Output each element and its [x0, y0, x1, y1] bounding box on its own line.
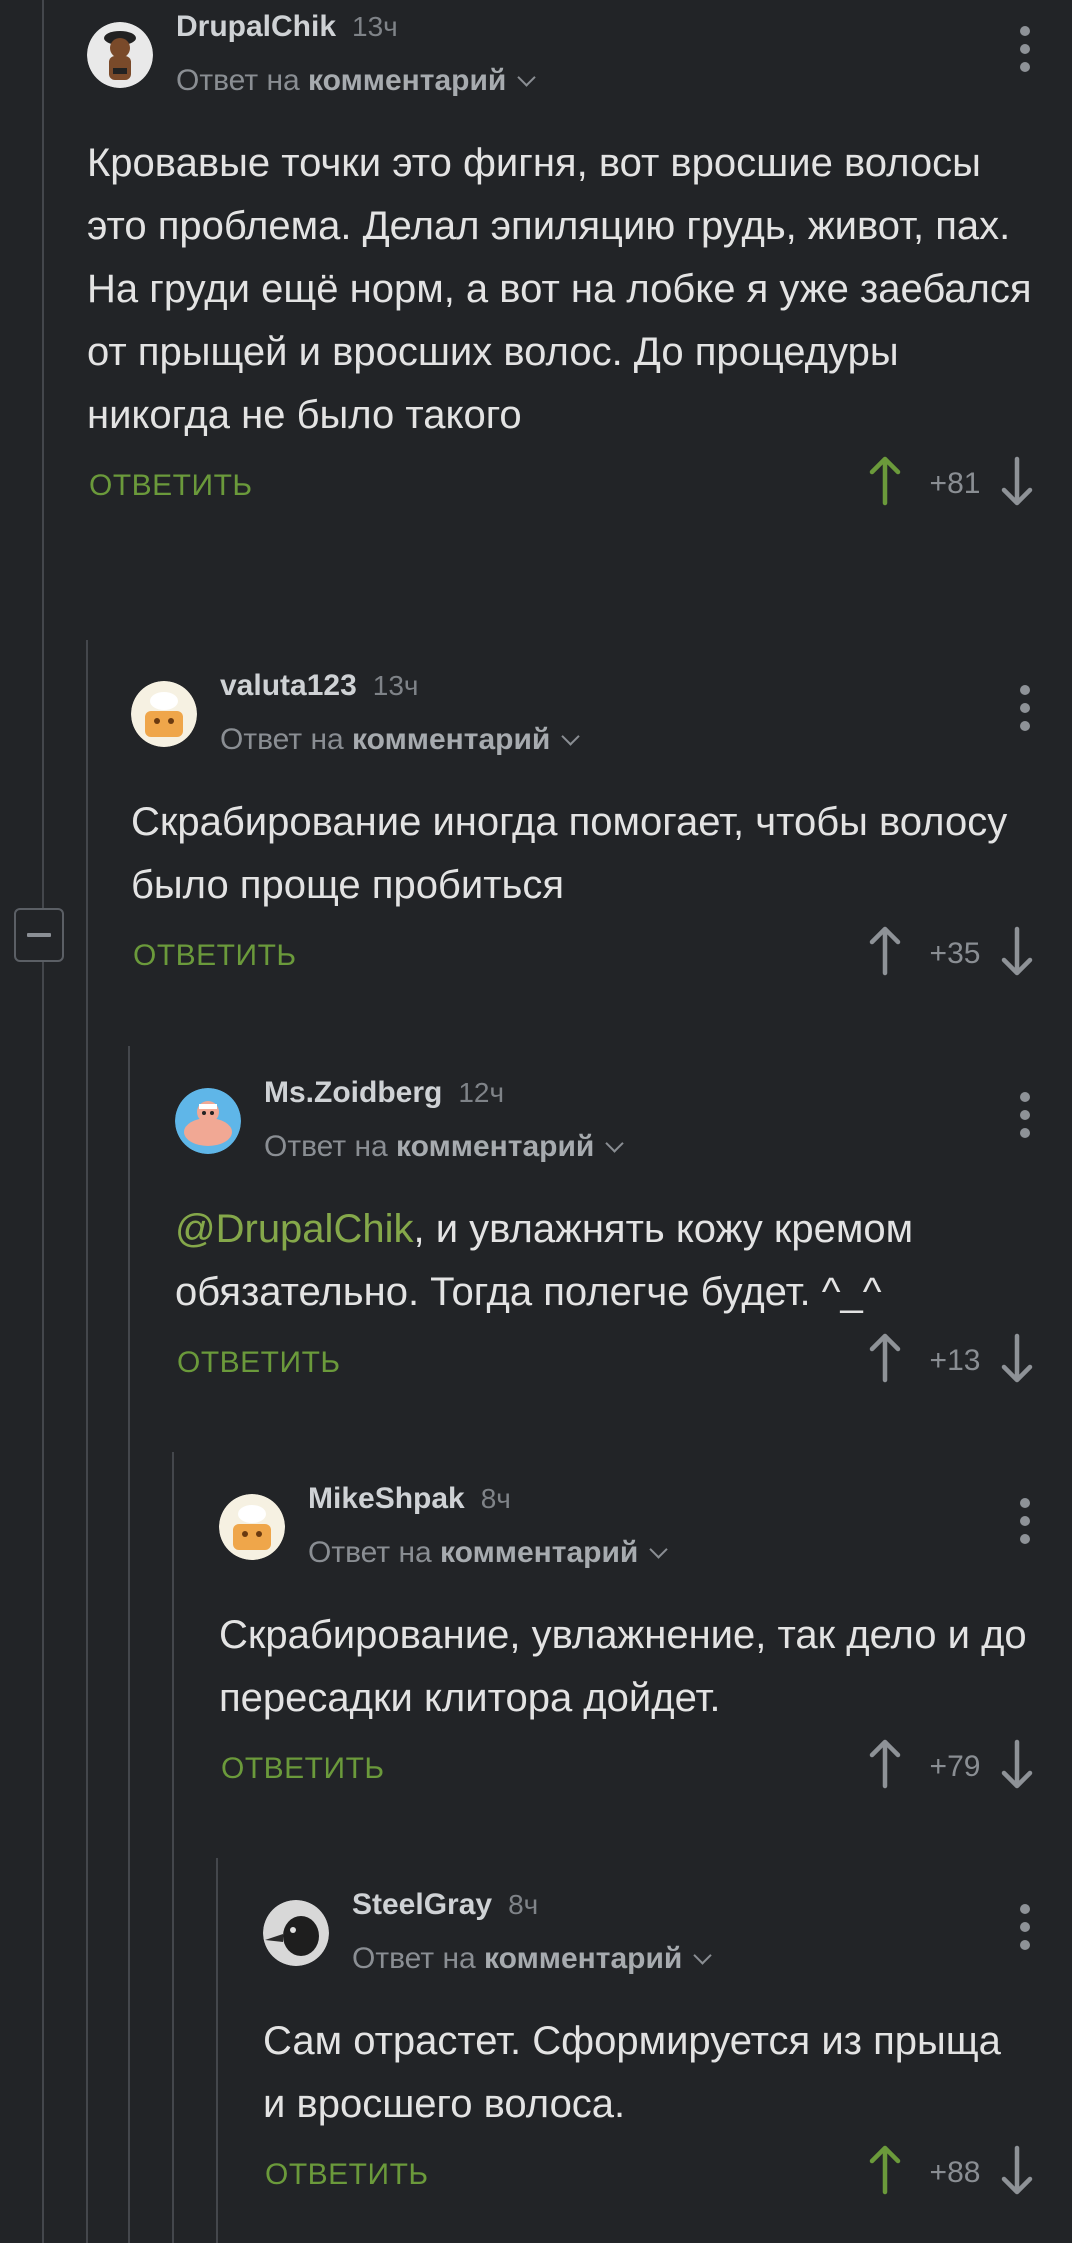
- reply-to-target: комментарий: [308, 64, 507, 97]
- downvote-arrow-icon[interactable]: [1000, 2144, 1034, 2196]
- comment-time: 8ч: [508, 1889, 539, 1920]
- reply-to-prefix: Ответ на: [220, 723, 344, 756]
- chevron-down-icon: [605, 1134, 625, 1153]
- upvote-arrow-icon[interactable]: [868, 1332, 902, 1384]
- comment-text: Кровавые точки это фигня, вот вросшие во…: [87, 132, 1072, 447]
- comment-time: 13ч: [372, 670, 419, 701]
- comment-ms-zoidberg: Ms.Zoidberg 12ч Ответ на комментарий @Dru…: [175, 1066, 1072, 1412]
- mention-link[interactable]: @DrupalChik: [175, 1207, 413, 1251]
- chevron-down-icon: [649, 1540, 669, 1559]
- reply-button[interactable]: ОТВЕТИТЬ: [133, 939, 297, 973]
- reply-to-prefix: Ответ на: [308, 1536, 432, 1569]
- reply-button[interactable]: ОТВЕТИТЬ: [177, 1346, 341, 1380]
- upvote-arrow-icon[interactable]: [868, 455, 902, 507]
- minus-icon: [27, 933, 51, 937]
- rating-value: +13: [929, 1344, 981, 1377]
- chevron-down-icon: [561, 727, 581, 746]
- comment-body-text: Скрабирование, увлажнение, так дело и до…: [219, 1613, 1027, 1720]
- username[interactable]: Ms.Zoidberg: [264, 1076, 442, 1109]
- username[interactable]: valuta123: [220, 669, 357, 702]
- downvote-arrow-icon[interactable]: [1000, 1332, 1034, 1384]
- reply-button[interactable]: ОТВЕТИТЬ: [89, 469, 253, 503]
- reply-to-link[interactable]: Ответ на комментарий: [176, 64, 537, 98]
- rating-value: +88: [929, 2156, 981, 2189]
- reply-button[interactable]: ОТВЕТИТЬ: [221, 1752, 385, 1786]
- comment-text: Сам отрастет. Сформируется из прыща и вр…: [263, 2010, 1072, 2136]
- comment-body-text: Кровавые точки это фигня, вот вросшие во…: [87, 141, 1032, 437]
- comment-text: Скрабирование, увлажнение, так дело и до…: [219, 1604, 1072, 1730]
- more-options-icon[interactable]: [1018, 1904, 1032, 1950]
- avatar[interactable]: [131, 681, 197, 747]
- comment-mikeshpak: MikeShpak 8ч Ответ на комментарий Скрабир…: [219, 1472, 1072, 1818]
- comment-body-text: Скрабирование иногда помогает, чтобы вол…: [131, 800, 1008, 907]
- downvote-arrow-icon[interactable]: [1000, 455, 1034, 507]
- avatar[interactable]: [87, 22, 153, 88]
- avatar[interactable]: [263, 1900, 329, 1966]
- reply-to-target: комментарий: [440, 1536, 639, 1569]
- username[interactable]: DrupalChik: [176, 10, 336, 43]
- username[interactable]: MikeShpak: [308, 1482, 465, 1515]
- rating-value: +79: [929, 1750, 981, 1783]
- more-options-icon[interactable]: [1018, 1092, 1032, 1138]
- comment-time: 12ч: [458, 1077, 505, 1108]
- comment-text: Скрабирование иногда помогает, чтобы вол…: [131, 791, 1072, 917]
- reply-to-prefix: Ответ на: [352, 1942, 476, 1975]
- comment-time: 8ч: [480, 1483, 511, 1514]
- comment-body-text: Сам отрастет. Сформируется из прыща и вр…: [263, 2019, 1001, 2126]
- reply-to-target: комментарий: [484, 1942, 683, 1975]
- collapse-thread-button[interactable]: [14, 908, 64, 962]
- rating-value: +81: [929, 467, 981, 500]
- reply-to-link[interactable]: Ответ на комментарий: [308, 1536, 669, 1570]
- more-options-icon[interactable]: [1018, 1498, 1032, 1544]
- reply-button[interactable]: ОТВЕТИТЬ: [265, 2158, 429, 2192]
- rating-value: +35: [929, 937, 981, 970]
- more-options-icon[interactable]: [1018, 685, 1032, 731]
- chevron-down-icon: [693, 1946, 713, 1965]
- upvote-arrow-icon[interactable]: [868, 2144, 902, 2196]
- username[interactable]: SteelGray: [352, 1888, 492, 1921]
- reply-to-target: комментарий: [396, 1130, 595, 1163]
- thread-line-level-3: [128, 1046, 130, 2243]
- upvote-arrow-icon[interactable]: [868, 925, 902, 977]
- avatar[interactable]: [219, 1494, 285, 1560]
- reply-to-link[interactable]: Ответ на комментарий: [352, 1942, 713, 1976]
- chevron-down-icon: [517, 68, 537, 87]
- downvote-arrow-icon[interactable]: [1000, 925, 1034, 977]
- comment-valuta123: valuta123 13ч Ответ на комментарий Скраби…: [131, 659, 1072, 1005]
- thread-line-level-1: [42, 0, 44, 2243]
- more-options-icon[interactable]: [1018, 26, 1032, 72]
- reply-to-prefix: Ответ на: [264, 1130, 388, 1163]
- reply-to-target: комментарий: [352, 723, 551, 756]
- comment-time: 13ч: [352, 11, 398, 42]
- thread-line-level-5: [216, 1858, 218, 2243]
- upvote-arrow-icon[interactable]: [868, 1738, 902, 1790]
- comment-text: @DrupalChik, и увлажнять кожу кремом обя…: [175, 1198, 1072, 1324]
- reply-to-link[interactable]: Ответ на комментарий: [264, 1130, 625, 1164]
- comment-steelgray: SteelGray 8ч Ответ на комментарий Сам отр…: [263, 1878, 1072, 2224]
- downvote-arrow-icon[interactable]: [1000, 1738, 1034, 1790]
- thread-line-level-4: [172, 1452, 174, 2243]
- reply-to-prefix: Ответ на: [176, 64, 300, 97]
- reply-to-link[interactable]: Ответ на комментарий: [220, 723, 581, 757]
- avatar[interactable]: [175, 1088, 241, 1154]
- thread-line-level-2: [86, 640, 88, 2243]
- comment-drupalchik: DrupalChik 13ч Ответ на комментарий Крова…: [87, 0, 1072, 535]
